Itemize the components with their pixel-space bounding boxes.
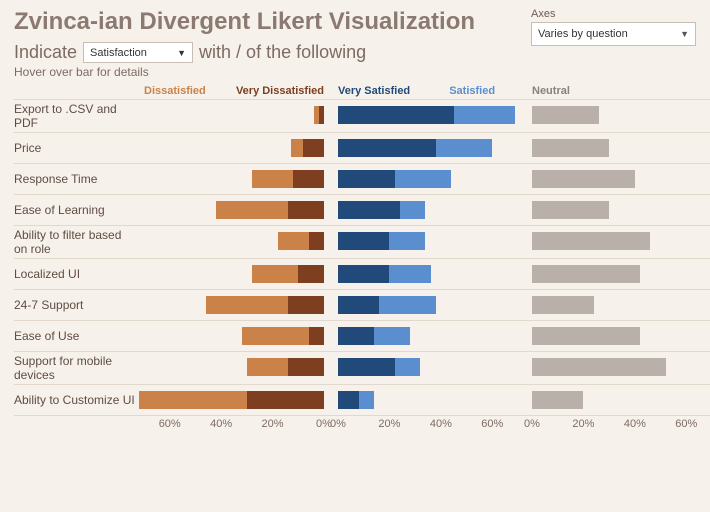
negative-bar[interactable] (144, 225, 324, 256)
row-label: Support for mobile devices (14, 351, 144, 384)
legend-satisfied: Satisfied (449, 85, 495, 97)
legend-positive: Very Satisfied Satisfied (338, 85, 518, 99)
legend-dissatisfied: Dissatisfied (144, 85, 206, 97)
indicate-suffix: with / of the following (199, 42, 366, 63)
neutral-bar[interactable] (532, 384, 710, 415)
positive-bar[interactable] (338, 320, 518, 351)
neutral-bar[interactable] (532, 99, 710, 130)
row-label: Ease of Learning (14, 194, 144, 225)
positive-bar[interactable] (338, 132, 518, 163)
positive-bar[interactable] (338, 99, 518, 130)
positive-bar[interactable] (338, 163, 518, 194)
neutral-bar[interactable] (532, 132, 710, 163)
row-label: 24-7 Support (14, 289, 144, 320)
negative-bar[interactable] (144, 163, 324, 194)
negative-bar[interactable] (144, 194, 324, 225)
positive-bar[interactable] (338, 194, 518, 225)
negative-bar[interactable] (144, 132, 324, 163)
legend-very-satisfied: Very Satisfied (338, 85, 410, 97)
likert-chart: Dissatisfied Very Dissatisfied Very Sati… (14, 85, 696, 436)
chevron-down-icon: ▼ (177, 48, 186, 58)
neutral-bar[interactable] (532, 258, 710, 289)
neutral-bar[interactable] (532, 351, 710, 382)
row-label: Localized UI (14, 258, 144, 289)
axes-select-value: Varies by question (538, 28, 628, 40)
indicate-prefix: Indicate (14, 42, 77, 63)
row-label: Ability to Customize UI (14, 384, 144, 415)
chevron-down-icon: ▼ (680, 29, 689, 39)
axis: 0%20%40%60% (338, 415, 518, 436)
row-label: Response Time (14, 163, 144, 194)
neutral-bar[interactable] (532, 320, 710, 351)
row-label: Price (14, 132, 144, 163)
row-label: Ease of Use (14, 320, 144, 351)
legend-negative: Dissatisfied Very Dissatisfied (144, 85, 324, 99)
negative-bar[interactable] (144, 289, 324, 320)
positive-bar[interactable] (338, 258, 518, 289)
indicate-select-value: Satisfaction (90, 47, 147, 59)
neutral-bar[interactable] (532, 225, 710, 256)
positive-bar[interactable] (338, 289, 518, 320)
hover-hint: Hover over bar for details (14, 65, 696, 79)
negative-bar[interactable] (144, 351, 324, 382)
positive-bar[interactable] (338, 225, 518, 256)
row-label: Ability to filter based on role (14, 225, 144, 258)
axes-label: Axes (531, 8, 696, 20)
legend-very-dissatisfied: Very Dissatisfied (236, 85, 324, 97)
positive-bar[interactable] (338, 384, 518, 415)
axis: 60%40%20%0% (144, 415, 324, 436)
negative-bar[interactable] (144, 258, 324, 289)
neutral-bar[interactable] (532, 163, 710, 194)
positive-bar[interactable] (338, 351, 518, 382)
row-label: Export to .CSV and PDF (14, 99, 144, 132)
negative-bar[interactable] (144, 320, 324, 351)
indicate-select[interactable]: Satisfaction ▼ (83, 42, 193, 63)
axes-select[interactable]: Varies by question ▼ (531, 22, 696, 46)
neutral-bar[interactable] (532, 289, 710, 320)
axes-control: Axes Varies by question ▼ (531, 8, 696, 46)
negative-bar[interactable] (144, 99, 324, 130)
axis: 0%20%40%60% (532, 415, 710, 436)
negative-bar[interactable] (144, 384, 324, 415)
legend-neutral: Neutral (532, 85, 710, 99)
neutral-bar[interactable] (532, 194, 710, 225)
